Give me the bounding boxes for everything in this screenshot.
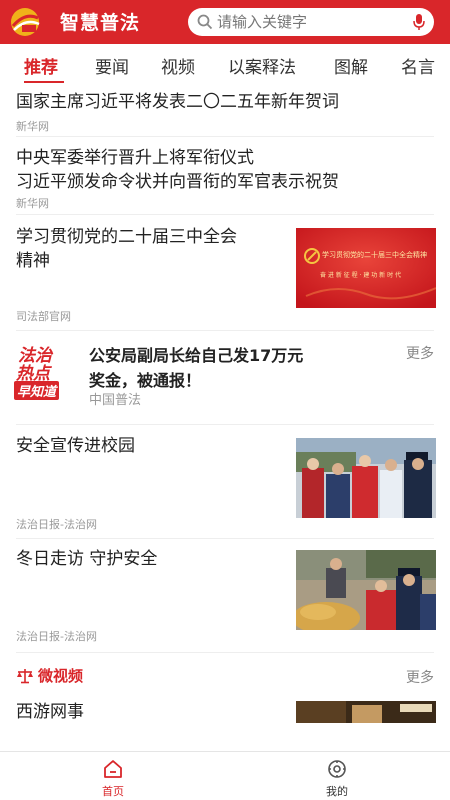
police-school-photo <box>296 438 436 518</box>
video-thumbnail <box>296 701 436 723</box>
divider <box>16 424 434 425</box>
divider <box>16 214 434 215</box>
search-icon <box>197 14 213 30</box>
logo-text: 早知道 <box>14 381 60 400</box>
news-title-line: 精神 <box>16 251 50 271</box>
home-icon <box>104 760 122 778</box>
news-title: 冬日走访 守护安全 <box>16 549 158 569</box>
micro-video-more-link[interactable]: 更多 <box>406 667 434 687</box>
nav-home[interactable]: 首页 <box>83 758 143 799</box>
news-thumbnail <box>296 438 436 518</box>
news-thumbnail: 学习贯彻党的二十届三中全会精神 奋 进 新 征 程 · 建 功 新 时 代 <box>296 228 436 308</box>
tab-quotes[interactable]: 名言 <box>401 53 435 78</box>
news-title-line: 习近平颁发命令状并向晋衔的军官表示祝贺 <box>16 172 339 192</box>
thumbnail-subcaption: 奋 进 新 征 程 · 建 功 新 时 代 <box>320 272 401 279</box>
tab-video[interactable]: 视频 <box>161 53 195 78</box>
tab-recommend[interactable]: 推荐 <box>24 53 58 78</box>
micro-video-title: 微视频 <box>38 667 84 685</box>
video-still-photo <box>296 701 436 723</box>
hot-topic-title: 公安局副局长给自己发17万元 奖金，被通报！ <box>89 343 389 393</box>
news-source: 新华网 <box>16 120 49 133</box>
thumbnail-caption: 学习贯彻党的二十届三中全会精神 <box>322 251 427 259</box>
search-input[interactable] <box>217 11 397 33</box>
divider <box>16 652 434 653</box>
nav-profile-label: 我的 <box>326 785 348 798</box>
active-tab-indicator <box>24 81 64 83</box>
search-bar[interactable] <box>188 8 434 36</box>
tab-headlines[interactable]: 要闻 <box>95 53 129 78</box>
news-thumbnail <box>296 550 436 630</box>
news-source: 法治日报-法治网 <box>16 518 97 531</box>
tab-case-law[interactable]: 以案释法 <box>228 53 296 78</box>
video-title: 西游网事 <box>16 702 84 722</box>
news-source: 新华网 <box>16 197 49 210</box>
bottom-nav: 首页 我的 <box>0 751 450 800</box>
divider <box>16 538 434 539</box>
microphone-icon[interactable] <box>412 13 426 31</box>
app-header: 智慧普法 <box>0 0 450 44</box>
police-visit-photo <box>296 550 436 630</box>
nav-home-label: 首页 <box>102 785 124 798</box>
nav-profile[interactable]: 我的 <box>307 758 367 799</box>
divider <box>16 136 434 137</box>
hot-topic-source: 中国普法 <box>89 393 142 408</box>
app-title: 智慧普法 <box>60 12 141 34</box>
news-source: 司法部官网 <box>16 310 71 323</box>
tab-infographic[interactable]: 图解 <box>334 53 368 78</box>
hot-topic-logo: 法治 热点 早知道 <box>14 341 78 401</box>
party-emblem-icon <box>296 228 436 308</box>
profile-icon <box>328 760 346 778</box>
hot-topic-title-line: 公安局副局长给自己发17万元 <box>89 346 304 365</box>
justice-scale-icon <box>17 669 33 684</box>
news-title-line: 中央军委举行晋升上将军衔仪式 <box>16 148 254 168</box>
news-source: 法治日报-法治网 <box>16 630 97 643</box>
news-title: 安全宣传进校园 <box>16 436 135 456</box>
category-tabs: 推荐 要闻 视频 以案释法 图解 名言 <box>0 44 450 84</box>
divider <box>16 330 434 331</box>
more-link[interactable]: 更多 <box>406 343 434 363</box>
news-title: 国家主席习近平将发表二〇二五年新年贺词 <box>16 92 339 112</box>
app-logo-icon <box>11 8 40 36</box>
news-title-line: 学习贯彻党的二十届三中全会 <box>16 227 237 247</box>
